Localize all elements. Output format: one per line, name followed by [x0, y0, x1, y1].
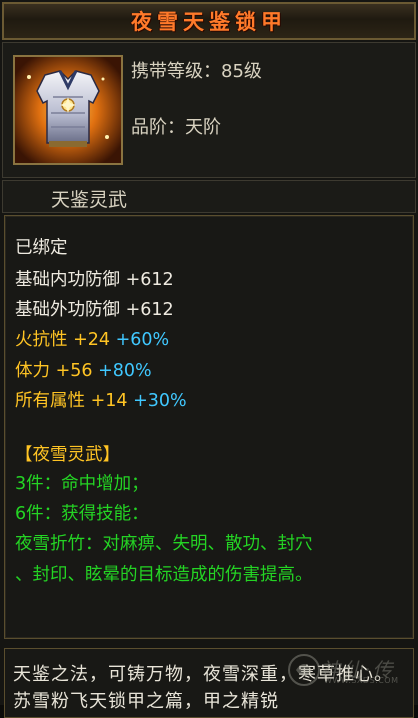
attr-label: 所有属性 — [15, 391, 85, 411]
set-piece-count: 6件： — [15, 504, 62, 524]
attr-row: 体力 +56 +80% — [15, 357, 152, 382]
attr-label: 基础外功防御 — [15, 300, 120, 320]
attr-row: 所有属性 +14 +30% — [15, 387, 187, 412]
grade-label: 品阶： — [131, 117, 185, 138]
set-skill-line: 、封印、眩晕的目标造成的伤害提高。 — [15, 565, 313, 585]
level-requirement: 携带等级：85级 — [131, 57, 262, 83]
attr-row: 基础内功防御 +612 — [15, 266, 174, 291]
item-tooltip: 夜雪天鉴锁甲 携带等级：85级 品阶：天阶 天鉴灵武 已绑定 基础内功防御 +6… — [0, 0, 418, 718]
attr-row: 基础外功防御 +612 — [15, 296, 174, 321]
bound-status: 已绑定 — [15, 238, 68, 258]
level-label: 携带等级： — [131, 61, 221, 82]
attr-value: +612 — [125, 270, 174, 290]
set-piece-effect: 命中增加； — [61, 474, 149, 494]
attr-bonus: +30% — [133, 391, 187, 411]
category-bar: 天鉴灵武 — [2, 180, 416, 213]
attributes-panel: 已绑定 基础内功防御 +612 基础外功防御 +612 火抗性 +24 +60%… — [4, 215, 414, 639]
attr-label: 体力 — [15, 361, 50, 381]
title-bar: 夜雪天鉴锁甲 — [2, 2, 416, 40]
set-piece-count: 3件： — [15, 474, 62, 494]
set-bonus-row: 6件：获得技能： — [15, 500, 149, 525]
attr-value: +14 — [90, 391, 128, 411]
set-piece-effect: 获得技能： — [61, 504, 149, 524]
set-bonus-row: 3件：命中增加； — [15, 470, 149, 495]
attr-bonus: +60% — [115, 330, 170, 350]
attr-row: 火抗性 +24 +60% — [15, 326, 169, 351]
attr-bonus: +80% — [98, 361, 152, 381]
attr-value: +24 — [73, 330, 111, 350]
set-title: 【夜雪灵武】 — [15, 445, 120, 465]
item-name: 夜雪天鉴锁甲 — [131, 10, 287, 34]
attr-label: 基础内功防御 — [15, 270, 120, 290]
item-grade: 品阶：天阶 — [131, 113, 221, 139]
armor-icon — [13, 55, 123, 165]
item-category: 天鉴灵武 — [51, 189, 128, 211]
attr-value: +612 — [125, 300, 174, 320]
set-skill-line: 夜雪折竹：对麻痹、失明、散功、封穴 — [15, 534, 313, 554]
watermark-logo-icon — [288, 654, 320, 686]
attr-value: +56 — [55, 361, 93, 381]
site-watermark: 神仙·传 WWW.SXDS.COM — [286, 650, 404, 690]
watermark-url: WWW.SXDS.COM — [324, 676, 399, 685]
item-header: 携带等级：85级 品阶：天阶 — [2, 42, 416, 178]
attr-label: 火抗性 — [15, 330, 68, 350]
level-value: 85级 — [221, 61, 262, 82]
grade-value: 天阶 — [185, 117, 221, 138]
